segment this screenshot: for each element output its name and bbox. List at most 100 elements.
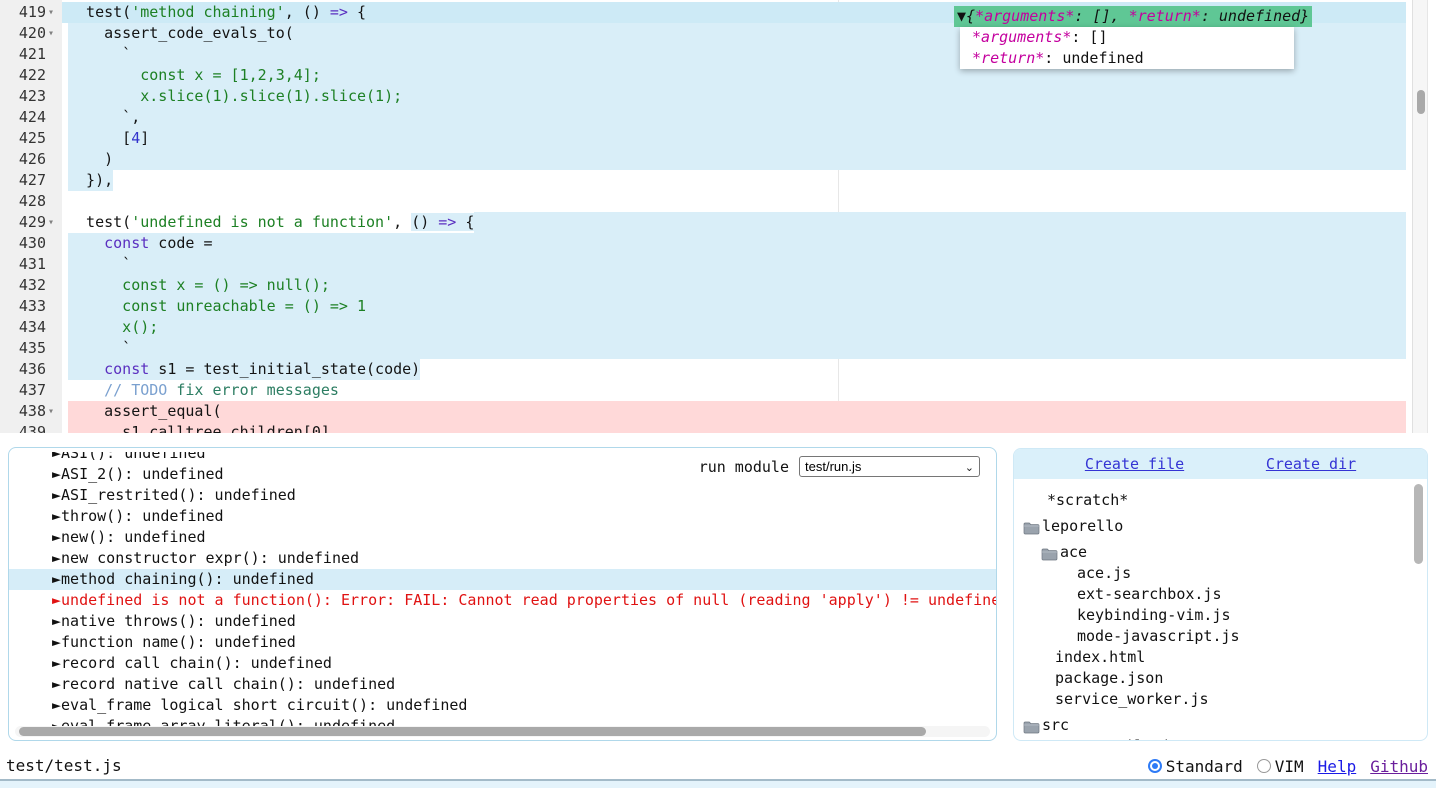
tree-folder-src[interactable]: src — [1014, 715, 1427, 736]
tree-file-ace-js[interactable]: ace.js — [1014, 563, 1427, 584]
tree-file-service-worker-js[interactable]: service_worker.js — [1014, 689, 1427, 710]
fold-arrow-icon[interactable]: ▾ — [46, 23, 62, 44]
help-link[interactable]: Help — [1318, 757, 1357, 776]
code-line-429[interactable]: test('undefined is not a function', () =… — [62, 212, 1406, 233]
line-highlight-fill — [222, 401, 1406, 422]
test-result-entry[interactable]: ►eval_frame logical short circuit(): und… — [9, 695, 996, 716]
line-highlight-fill — [339, 380, 1406, 401]
code-token: ` — [68, 255, 131, 273]
code-token: const x = [1,2,3,4]; — [68, 66, 321, 84]
code-line-434[interactable]: x(); — [62, 317, 1406, 338]
run-module-select[interactable]: test/run.js ⌄ — [799, 456, 980, 477]
vim-radio-label: VIM — [1275, 757, 1304, 776]
code-token: 4 — [131, 129, 140, 147]
test-result-text: ►method chaining(): undefined — [52, 570, 314, 588]
code-token: => — [330, 3, 348, 21]
test-result-entry[interactable]: ►method chaining(): undefined — [9, 569, 996, 590]
fold-arrow-slot — [46, 149, 62, 170]
tooltip-expanded-header[interactable]: ▼{*arguments*: [], *return*: undefined} — [954, 6, 1312, 27]
code-line-437[interactable]: // TODO fix error messages — [62, 380, 1406, 401]
code-token: fix error messages — [167, 381, 339, 399]
code-line-432[interactable]: const x = () => null(); — [62, 275, 1406, 296]
line-number: 423 — [0, 86, 46, 107]
tree-file-ast-utils-js[interactable]: ast_utils.js — [1014, 736, 1427, 741]
editor-scrollbar-thumb[interactable] — [1417, 90, 1425, 114]
code-line-439[interactable]: s1.calltree.children[0], — [62, 422, 1406, 433]
fold-arrow-icon[interactable]: ▾ — [46, 212, 62, 233]
fold-arrow-slot — [46, 170, 62, 191]
fold-arrow-icon[interactable]: ▾ — [46, 2, 62, 23]
test-result-entry[interactable]: ►ASI_restrited(): undefined — [9, 485, 996, 506]
eval-result-tooltip: ▼{*arguments*: [], *return*: undefined} … — [954, 6, 1312, 69]
code-token: () — [411, 213, 438, 231]
test-result-text: ►record call chain(): undefined — [52, 654, 332, 672]
line-number: 435 — [0, 338, 46, 359]
fold-arrow-slot — [46, 359, 62, 380]
tree-file-index-html[interactable]: index.html — [1014, 647, 1427, 668]
tooltip-property-row[interactable]: *arguments*: [] — [963, 27, 1294, 48]
test-result-entry[interactable]: ►record call chain(): undefined — [9, 653, 996, 674]
create-file-link[interactable]: Create file — [1085, 455, 1184, 473]
line-number: 425 — [0, 128, 46, 149]
code-line-426[interactable]: ) — [62, 149, 1406, 170]
test-result-text: ►new constructor expr(): undefined — [52, 549, 359, 567]
test-result-entry[interactable]: ►function name(): undefined — [9, 632, 996, 653]
test-result-entry[interactable]: ►record native call chain(): undefined — [9, 674, 996, 695]
tree-scrollbar-thumb[interactable] — [1414, 484, 1423, 564]
create-dir-link[interactable]: Create dir — [1266, 455, 1356, 473]
code-line-430[interactable]: const code = — [62, 233, 1406, 254]
tooltip-value: ▼{ — [957, 7, 975, 25]
github-link[interactable]: Github — [1370, 757, 1428, 776]
code-token — [68, 360, 104, 378]
tree-file-mode-javascript-js[interactable]: mode-javascript.js — [1014, 626, 1427, 647]
tree-folder-leporello[interactable]: leporello — [1014, 516, 1427, 537]
code-token: ` — [68, 339, 131, 357]
run-module-selected-value: test/run.js — [805, 459, 861, 474]
tree-file-package-json[interactable]: package.json — [1014, 668, 1427, 689]
tree-file-ext-searchbox-js[interactable]: ext-searchbox.js — [1014, 584, 1427, 605]
test-result-entry[interactable]: ►new constructor expr(): undefined — [9, 548, 996, 569]
code-line-423[interactable]: x.slice(1).slice(1).slice(1); — [62, 86, 1406, 107]
tree-folder-ace[interactable]: ace — [1014, 542, 1427, 563]
tree-file-keybinding-vim-js[interactable]: keybinding-vim.js — [1014, 605, 1427, 626]
line-highlight-fill — [213, 233, 1407, 254]
line-number: 431 — [0, 254, 46, 275]
test-result-entry[interactable]: ►new(): undefined — [9, 527, 996, 548]
console-horizontal-scrollbar[interactable] — [15, 726, 990, 737]
code-line-424[interactable]: `, — [62, 107, 1406, 128]
code-token: }), — [68, 171, 113, 189]
radio-unselected-icon[interactable] — [1257, 759, 1271, 773]
line-highlight-fill — [131, 254, 1406, 275]
keybinding-standard-radio[interactable]: Standard — [1148, 757, 1243, 776]
test-result-entry[interactable]: ►throw(): undefined — [9, 506, 996, 527]
keybinding-vim-radio[interactable]: VIM — [1257, 757, 1304, 776]
fold-arrow-icon[interactable]: ▾ — [46, 401, 62, 422]
test-result-entry[interactable]: ►undefined is not a function(): Error: F… — [9, 590, 996, 611]
code-line-431[interactable]: ` — [62, 254, 1406, 275]
line-number: 434 — [0, 317, 46, 338]
code-line-428[interactable] — [62, 191, 1406, 212]
editor-vertical-scrollbar[interactable] — [1412, 0, 1428, 433]
tree-item-label: ext-searchbox.js — [1077, 584, 1222, 605]
code-line-438[interactable]: assert_equal( — [62, 401, 1406, 422]
code-line-436[interactable]: const s1 = test_initial_state(code) — [62, 359, 1406, 380]
tooltip-property-row[interactable]: *return*: undefined — [963, 48, 1294, 69]
radio-selected-icon[interactable] — [1148, 759, 1162, 773]
line-highlight-fill — [330, 275, 1406, 296]
code-line-433[interactable]: const unreachable = () => 1 — [62, 296, 1406, 317]
code-line-427[interactable]: }), — [62, 170, 1406, 191]
line-highlight-fill — [131, 338, 1406, 359]
code-editor[interactable]: 419▾420▾421422423424425426427428429▾4304… — [0, 0, 1436, 433]
code-line-435[interactable]: ` — [62, 338, 1406, 359]
tooltip-value: : undefined — [1044, 49, 1143, 67]
code-line-425[interactable]: [4] — [62, 128, 1406, 149]
tree-item-label: ast_utils.js — [1071, 736, 1179, 741]
tree-item-label: leporello — [1042, 516, 1123, 537]
test-result-entry[interactable]: ►native throws(): undefined — [9, 611, 996, 632]
code-token: , () — [285, 3, 330, 21]
console-scrollbar-thumb[interactable] — [19, 727, 926, 736]
line-number: 432 — [0, 275, 46, 296]
line-highlight-fill — [420, 359, 1406, 380]
tree-file--scratch-[interactable]: *scratch* — [1014, 490, 1427, 511]
code-token: test( — [68, 3, 131, 21]
